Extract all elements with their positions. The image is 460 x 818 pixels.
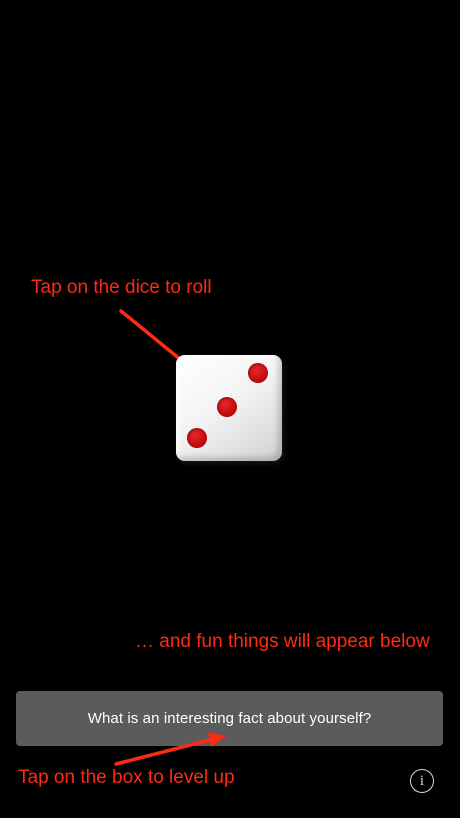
dice-button[interactable] xyxy=(176,355,282,461)
dice-pip xyxy=(217,397,237,417)
dice-hint-label: Tap on the dice to roll xyxy=(31,277,212,298)
dice-pip xyxy=(248,363,268,383)
level-up-box[interactable]: What is an interesting fact about yourse… xyxy=(16,691,443,746)
info-icon[interactable]: i xyxy=(410,769,434,793)
dice-pip xyxy=(187,428,207,448)
question-text: What is an interesting fact about yourse… xyxy=(87,710,372,727)
fun-things-hint-label: … and fun things will appear below xyxy=(135,631,430,652)
box-hint-label: Tap on the box to level up xyxy=(18,767,235,788)
